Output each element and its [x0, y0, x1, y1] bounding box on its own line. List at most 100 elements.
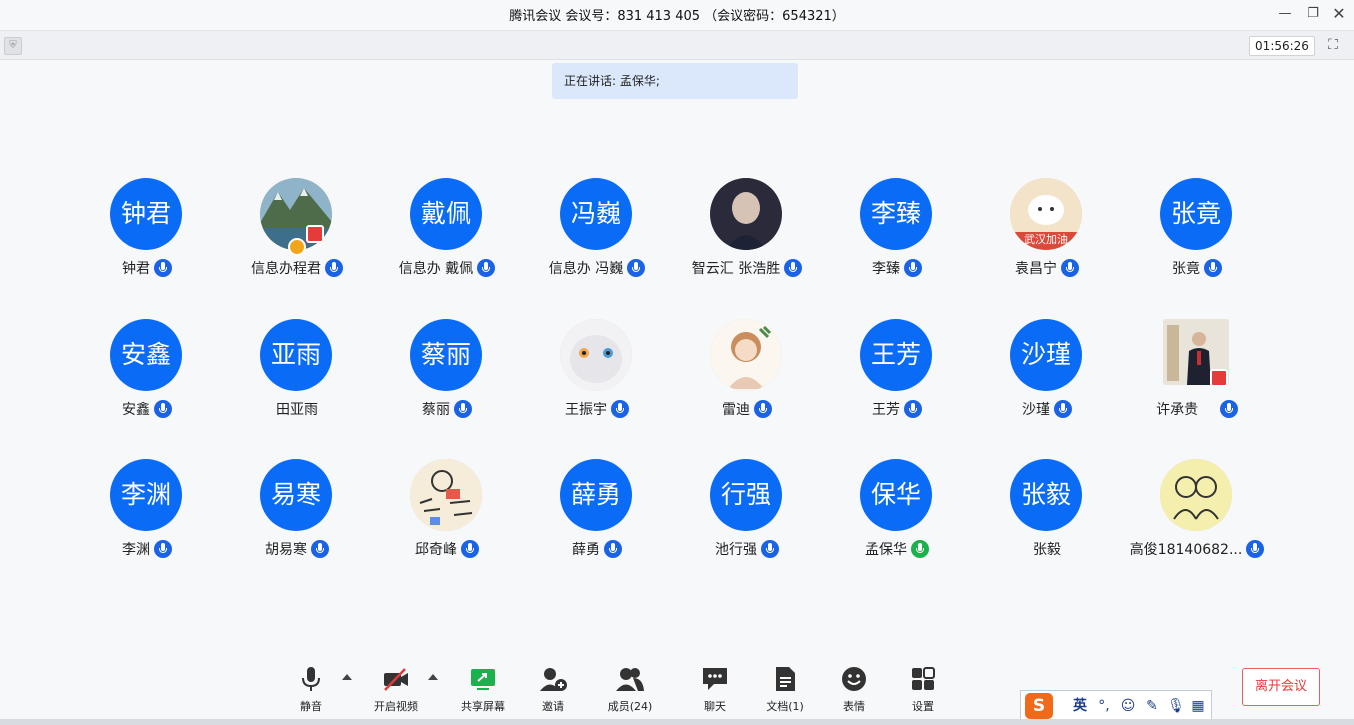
share-screen-icon [471, 669, 495, 690]
participant-tile[interactable]: 王芳 王芳 [822, 319, 972, 439]
sketch-couple-icon [1160, 459, 1232, 531]
share-screen-button[interactable]: 共享屏幕 [453, 664, 513, 716]
ime-toolbar: S 英 °, ☺ ✎ 🎙 ▦ [1020, 690, 1212, 722]
documents-label: 文档(1) [766, 700, 804, 713]
mic-speaking-icon [911, 540, 929, 558]
video-button[interactable]: 开启视频 [366, 664, 426, 716]
participant-name: 王振宇 [565, 402, 607, 418]
participant-tile[interactable]: 李臻 李臻 [822, 178, 972, 298]
mic-icon [904, 259, 922, 277]
mute-button[interactable]: 静音 [281, 664, 341, 716]
mic-icon [604, 540, 622, 558]
leave-meeting-button[interactable]: 离开会议 [1242, 668, 1320, 706]
emoticon-icon[interactable]: ☺ [1119, 697, 1137, 715]
avatar [1160, 459, 1232, 531]
participant-tile[interactable]: 钟君 钟君 [72, 178, 222, 298]
mute-options-chevron-icon[interactable] [342, 674, 352, 680]
participant-tile[interactable]: 王振宇 [522, 319, 672, 439]
participant-tile[interactable]: 行强 池行强 [672, 459, 822, 579]
participant-name: 许承贵 [1156, 402, 1199, 418]
participant-name: 信息办 戴佩 [398, 261, 474, 277]
flag-badge-icon [1210, 369, 1228, 387]
participant-name: 张竟 [1172, 261, 1200, 277]
mic-icon [1219, 400, 1238, 418]
punctuation-icon[interactable]: °, [1095, 697, 1113, 715]
avatar: 李渊 [110, 459, 182, 531]
mute-label: 静音 [300, 700, 322, 713]
mic-icon [627, 259, 646, 277]
avatar: 保华 [860, 459, 932, 531]
fullscreen-icon[interactable]: ⛶ [1325, 37, 1341, 53]
members-button[interactable]: 成员(24) [600, 664, 660, 716]
participant-tile[interactable]: 沙瑾 沙瑾 [972, 319, 1122, 439]
avatar: 武汉加油 [1010, 178, 1082, 250]
toolbox-grid-icon[interactable]: ▦ [1189, 697, 1207, 715]
smiley-face-icon [842, 667, 866, 691]
settings-label: 设置 [912, 700, 934, 713]
participant-tile[interactable]: 张毅 张毅 [972, 459, 1122, 579]
meeting-info-bar: ⛨ 01:56:26 ⛶ [0, 31, 1354, 60]
participant-name: 李臻 [872, 261, 900, 277]
participant-name: 高俊18140682... [1129, 542, 1243, 558]
avatar: 蔡丽 [410, 319, 482, 391]
meeting-timer: 01:56:26 [1249, 36, 1315, 56]
emoji-label: 表情 [843, 700, 865, 713]
participant-tile[interactable]: 信息办程君 [222, 178, 372, 298]
doodle-drawing-icon [410, 459, 482, 531]
participant-tile[interactable]: 安鑫 安鑫 [72, 319, 222, 439]
participant-tile[interactable]: 智云汇 张浩胜 [672, 178, 822, 298]
invite-button[interactable]: 邀请 [523, 664, 583, 716]
video-options-chevron-icon[interactable] [428, 674, 438, 680]
mic-icon [754, 400, 772, 418]
close-icon[interactable]: ✕ [1329, 4, 1349, 24]
participant-name: 钟君 [122, 261, 150, 277]
participant-name: 安鑫 [122, 402, 150, 418]
participant-tile[interactable]: 张竟 张竟 [1122, 178, 1272, 298]
taskbar-edge [0, 719, 1354, 725]
participant-tile[interactable]: 武汉加油 袁昌宁 [972, 178, 1122, 298]
participant-tile[interactable]: 许承贵 [1122, 319, 1272, 439]
cartoon-girl-icon [710, 319, 782, 391]
mic-icon [611, 400, 629, 418]
pen-icon[interactable]: ✎ [1143, 697, 1161, 715]
avatar: 张毅 [1010, 459, 1082, 531]
avatar: 安鑫 [110, 319, 182, 391]
sogou-logo-icon[interactable]: S [1025, 693, 1053, 719]
minimize-icon[interactable]: — [1275, 4, 1295, 24]
mic-icon [454, 400, 472, 418]
participant-tile[interactable]: 李渊 李渊 [72, 459, 222, 579]
mic-icon [154, 259, 172, 277]
mic-icon [761, 540, 779, 558]
documents-button[interactable]: 文档(1) [755, 664, 815, 716]
avatar: 行强 [710, 459, 782, 531]
chat-label: 聊天 [704, 700, 726, 713]
settings-button[interactable]: 设置 [893, 664, 953, 716]
participant-tile[interactable]: 冯巍 信息办 冯巍 [522, 178, 672, 298]
security-shield-icon[interactable]: ⛨ [4, 37, 22, 55]
participant-tile[interactable]: 戴佩 信息办 戴佩 [372, 178, 522, 298]
participant-tile[interactable]: 雷迪 [672, 319, 822, 439]
participant-name: 袁昌宁 [1015, 261, 1057, 277]
participant-tile[interactable]: 薛勇 薛勇 [522, 459, 672, 579]
participant-tile[interactable]: 易寒 胡易寒 [222, 459, 372, 579]
participant-tile[interactable]: 亚雨 田亚雨 [222, 319, 372, 439]
participant-name: 雷迪 [722, 402, 750, 418]
mic-icon [311, 540, 329, 558]
participant-tile[interactable]: 蔡丽 蔡丽 [372, 319, 522, 439]
chat-button[interactable]: 聊天 [685, 664, 745, 716]
restore-icon[interactable]: ❐ [1303, 4, 1323, 24]
emoji-button[interactable]: 表情 [824, 664, 884, 716]
participant-name: 张毅 [1033, 542, 1061, 558]
ime-language-toggle[interactable]: 英 [1071, 697, 1089, 715]
voice-input-icon[interactable]: 🎙 [1167, 697, 1185, 715]
document-icon [776, 667, 795, 691]
mic-icon [904, 400, 922, 418]
participant-tile[interactable]: 高俊18140682... [1122, 459, 1272, 579]
participant-tile[interactable]: 邱奇峰 [372, 459, 522, 579]
avatar: 李臻 [860, 178, 932, 250]
participant-name: 智云汇 张浩胜 [691, 261, 781, 277]
video-label: 开启视频 [374, 700, 418, 713]
participant-name: 李渊 [122, 542, 150, 558]
host-badge-icon [288, 238, 306, 256]
participant-tile[interactable]: 保华 孟保华 [822, 459, 972, 579]
